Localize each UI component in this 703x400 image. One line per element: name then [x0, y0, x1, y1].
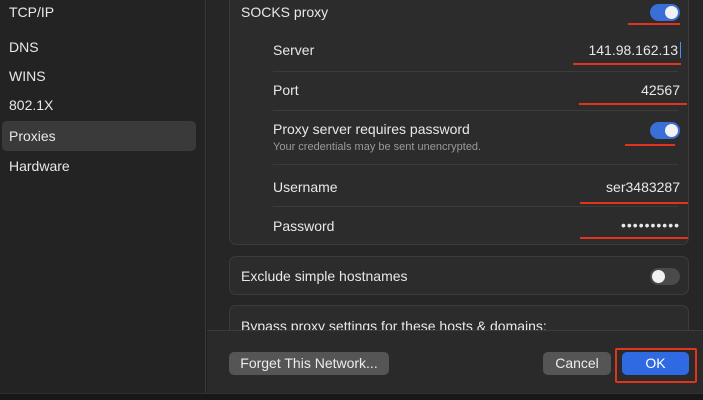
sidebar-item-label: 802.1X	[9, 97, 54, 113]
sidebar-item-label: Proxies	[9, 128, 56, 144]
annotation-underline	[625, 144, 675, 146]
divider	[273, 206, 678, 207]
toggle-knob	[652, 270, 665, 283]
exclude-hostnames-group: Exclude simple hostnames	[229, 256, 689, 295]
divider	[273, 110, 678, 111]
sidebar-item-wins[interactable]: WINS	[2, 61, 196, 91]
dialog-footer: Forget This Network... Cancel OK	[207, 330, 703, 393]
sidebar-item-hardware[interactable]: Hardware	[2, 151, 196, 181]
exclude-hostnames-label: Exclude simple hostnames	[241, 268, 408, 284]
port-label: Port	[273, 82, 299, 98]
sidebar-item-dns[interactable]: DNS	[2, 32, 196, 62]
server-label: Server	[273, 42, 315, 58]
annotation-underline	[580, 237, 688, 239]
socks-proxy-toggle[interactable]	[650, 4, 680, 21]
sidebar-item-label: TCP/IP	[9, 4, 55, 20]
toggle-knob	[665, 6, 678, 19]
sidebar-item-label: Hardware	[9, 158, 70, 174]
annotation-underline	[628, 23, 680, 25]
text-cursor	[680, 42, 681, 58]
auth-required-toggle[interactable]	[650, 122, 680, 139]
settings-sidebar: TCP/IP DNS WINS 802.1X Proxies Hardware	[0, 0, 206, 393]
divider	[273, 71, 678, 72]
socks-proxy-label: SOCKS proxy	[241, 4, 329, 20]
password-label: Password	[273, 218, 335, 234]
password-field[interactable]: ••••••••••	[530, 217, 680, 233]
forget-network-button[interactable]: Forget This Network...	[229, 352, 389, 375]
sidebar-item-proxies[interactable]: Proxies	[2, 121, 196, 151]
exclude-hostnames-toggle[interactable]	[650, 268, 680, 285]
window-bottom-edge	[0, 393, 703, 400]
auth-required-label: Proxy server requires password	[273, 121, 470, 137]
server-field[interactable]: 141.98.162.13	[480, 42, 678, 58]
username-label: Username	[273, 179, 338, 195]
divider	[273, 164, 678, 165]
annotation-underline	[573, 63, 681, 65]
port-field[interactable]: 42567	[530, 82, 680, 98]
sidebar-item-label: WINS	[9, 68, 46, 84]
socks-proxy-group: SOCKS proxy Server 141.98.162.13 Port 42…	[229, 0, 689, 245]
sidebar-item-label: DNS	[9, 39, 39, 55]
ok-button[interactable]: OK	[622, 352, 689, 375]
annotation-underline	[579, 103, 687, 105]
auth-warning-note: Your credentials may be sent unencrypted…	[273, 141, 482, 153]
toggle-knob	[665, 124, 678, 137]
sidebar-item-8021x[interactable]: 802.1X	[2, 90, 196, 120]
username-field[interactable]: ser3483287	[490, 179, 680, 195]
annotation-underline	[580, 202, 688, 204]
cancel-button[interactable]: Cancel	[543, 352, 611, 375]
sidebar-item-tcpip[interactable]: TCP/IP	[2, 0, 196, 27]
